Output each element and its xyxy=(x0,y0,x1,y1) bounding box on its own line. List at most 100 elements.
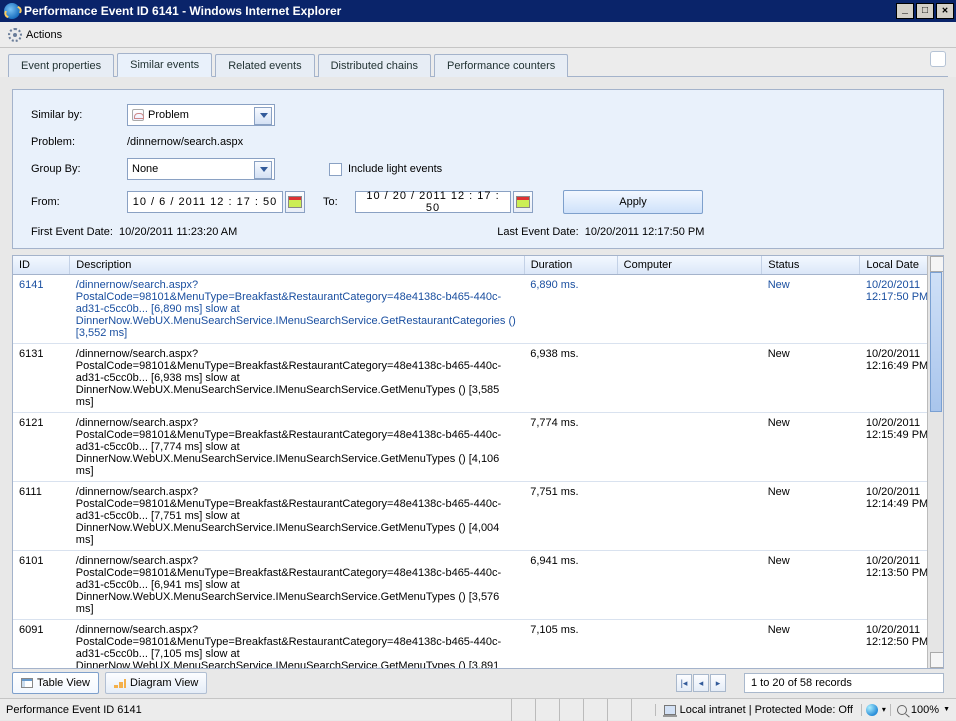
computer-icon xyxy=(664,705,676,715)
window-title: Performance Event ID 6141 - Windows Inte… xyxy=(24,4,896,18)
cell-description: /dinnernow/search.aspx?PostalCode=98101&… xyxy=(70,620,524,670)
window-titlebar: Performance Event ID 6141 - Windows Inte… xyxy=(0,0,956,22)
header-status[interactable]: Status xyxy=(762,256,860,275)
to-calendar-button[interactable] xyxy=(513,191,533,213)
scrollbar-thumb[interactable] xyxy=(930,272,942,412)
help-icon[interactable] xyxy=(930,51,946,67)
cell-duration: 6,941 ms. xyxy=(524,551,617,620)
cell-id: 6101 xyxy=(13,551,70,620)
magnifier-icon xyxy=(897,705,907,715)
to-datetime-input[interactable]: 10 / 20 / 2011 12 : 17 : 50 xyxy=(355,191,511,213)
diagram-view-button[interactable]: Diagram View xyxy=(105,672,207,694)
similar-by-combo[interactable]: Problem xyxy=(127,104,275,126)
cell-id: 6111 xyxy=(13,482,70,551)
cell-status: New xyxy=(762,275,860,344)
include-light-events-label: Include light events xyxy=(348,163,442,175)
pager: |◂ ◂ ▸ xyxy=(676,674,726,692)
group-by-combo[interactable]: None xyxy=(127,158,275,180)
cell-computer xyxy=(617,275,762,344)
table-icon xyxy=(21,678,33,688)
table-header-row: ID Description Duration Computer Status … xyxy=(13,256,943,275)
actions-link[interactable]: Actions xyxy=(26,29,62,41)
cell-status: New xyxy=(762,413,860,482)
view-bar: Table View Diagram View |◂ ◂ ▸ 1 to 20 o… xyxy=(12,671,944,695)
cell-id: 6141 xyxy=(13,275,70,344)
table-row[interactable]: 6091/dinnernow/search.aspx?PostalCode=98… xyxy=(13,620,943,670)
cell-description: /dinnernow/search.aspx?PostalCode=98101&… xyxy=(70,413,524,482)
cell-duration: 7,774 ms. xyxy=(524,413,617,482)
actions-bar: Actions xyxy=(0,22,956,48)
ie-icon xyxy=(4,3,20,19)
cell-status: New xyxy=(762,620,860,670)
problem-label: Problem: xyxy=(31,136,127,148)
cell-computer xyxy=(617,482,762,551)
cell-duration: 6,890 ms. xyxy=(524,275,617,344)
close-button[interactable]: ✕ xyxy=(936,3,954,19)
table-row[interactable]: 6111/dinnernow/search.aspx?PostalCode=98… xyxy=(13,482,943,551)
status-zoom[interactable]: 100% ▼ xyxy=(890,704,956,716)
cell-computer xyxy=(617,344,762,413)
cell-status: New xyxy=(762,344,860,413)
chevron-down-icon xyxy=(260,167,268,176)
page-first-button[interactable]: |◂ xyxy=(676,674,692,692)
page-prev-button[interactable]: ◂ xyxy=(693,674,709,692)
include-light-events-checkbox[interactable] xyxy=(329,163,342,176)
header-computer[interactable]: Computer xyxy=(617,256,762,275)
similar-by-label: Similar by: xyxy=(31,109,127,121)
from-label: From: xyxy=(31,196,127,208)
first-event-date: First Event Date: 10/20/2011 11:23:20 AM xyxy=(31,226,237,238)
cell-duration: 6,938 ms. xyxy=(524,344,617,413)
page-next-button[interactable]: ▸ xyxy=(710,674,726,692)
tab-similar-events[interactable]: Similar events xyxy=(117,53,212,77)
last-event-date: Last Event Date: 10/20/2011 12:17:50 PM xyxy=(497,226,704,238)
cell-id: 6121 xyxy=(13,413,70,482)
cell-computer xyxy=(617,551,762,620)
cell-id: 6131 xyxy=(13,344,70,413)
filter-panel: Similar by: Problem Problem: /dinnernow/… xyxy=(12,89,944,249)
to-label: To: xyxy=(323,196,355,208)
status-text: Performance Event ID 6141 xyxy=(0,704,511,716)
tab-event-properties[interactable]: Event properties xyxy=(8,54,114,77)
tab-performance-counters[interactable]: Performance counters xyxy=(434,54,568,77)
apply-button[interactable]: Apply xyxy=(563,190,703,214)
minimize-button[interactable]: _ xyxy=(896,3,914,19)
status-zone[interactable]: Local intranet | Protected Mode: Off xyxy=(655,704,861,716)
header-description[interactable]: Description xyxy=(70,256,524,275)
cell-description: /dinnernow/search.aspx?PostalCode=98101&… xyxy=(70,482,524,551)
cell-status: New xyxy=(762,551,860,620)
cell-computer xyxy=(617,620,762,670)
tabs-container: Event properties Similar events Related … xyxy=(0,48,956,77)
status-bar: Performance Event ID 6141 Local intranet… xyxy=(0,698,956,720)
status-security[interactable]: ▾ xyxy=(861,704,890,716)
header-duration[interactable]: Duration xyxy=(524,256,617,275)
table-view-button[interactable]: Table View xyxy=(12,672,99,694)
from-datetime-input[interactable]: 10 / 6 / 2011 12 : 17 : 50 xyxy=(127,191,283,213)
table-row[interactable]: 6121/dinnernow/search.aspx?PostalCode=98… xyxy=(13,413,943,482)
records-text: 1 to 20 of 58 records xyxy=(744,673,944,693)
tab-related-events[interactable]: Related events xyxy=(215,54,314,77)
table-row[interactable]: 6101/dinnernow/search.aspx?PostalCode=98… xyxy=(13,551,943,620)
bar-chart-icon xyxy=(114,678,126,688)
group-by-label: Group By: xyxy=(31,163,127,175)
table-row[interactable]: 6141/dinnernow/search.aspx?PostalCode=98… xyxy=(13,275,943,344)
cell-status: New xyxy=(762,482,860,551)
cell-id: 6091 xyxy=(13,620,70,670)
cell-description: /dinnernow/search.aspx?PostalCode=98101&… xyxy=(70,551,524,620)
header-id[interactable]: ID xyxy=(13,256,70,275)
tab-distributed-chains[interactable]: Distributed chains xyxy=(318,54,431,77)
group-by-value: None xyxy=(132,163,158,175)
maximize-button[interactable]: □ xyxy=(916,3,934,19)
problem-value: /dinnernow/search.aspx xyxy=(127,136,243,148)
vertical-scrollbar[interactable] xyxy=(927,256,943,668)
cell-description: /dinnernow/search.aspx?PostalCode=98101&… xyxy=(70,275,524,344)
key-icon xyxy=(132,109,144,121)
similar-by-value: Problem xyxy=(148,109,189,121)
cell-description: /dinnernow/search.aspx?PostalCode=98101&… xyxy=(70,344,524,413)
results-table: ID Description Duration Computer Status … xyxy=(13,256,943,669)
cell-duration: 7,105 ms. xyxy=(524,620,617,670)
globe-icon xyxy=(866,704,878,716)
results-table-container: ID Description Duration Computer Status … xyxy=(12,255,944,669)
from-calendar-button[interactable] xyxy=(285,191,305,213)
table-row[interactable]: 6131/dinnernow/search.aspx?PostalCode=98… xyxy=(13,344,943,413)
cell-duration: 7,751 ms. xyxy=(524,482,617,551)
